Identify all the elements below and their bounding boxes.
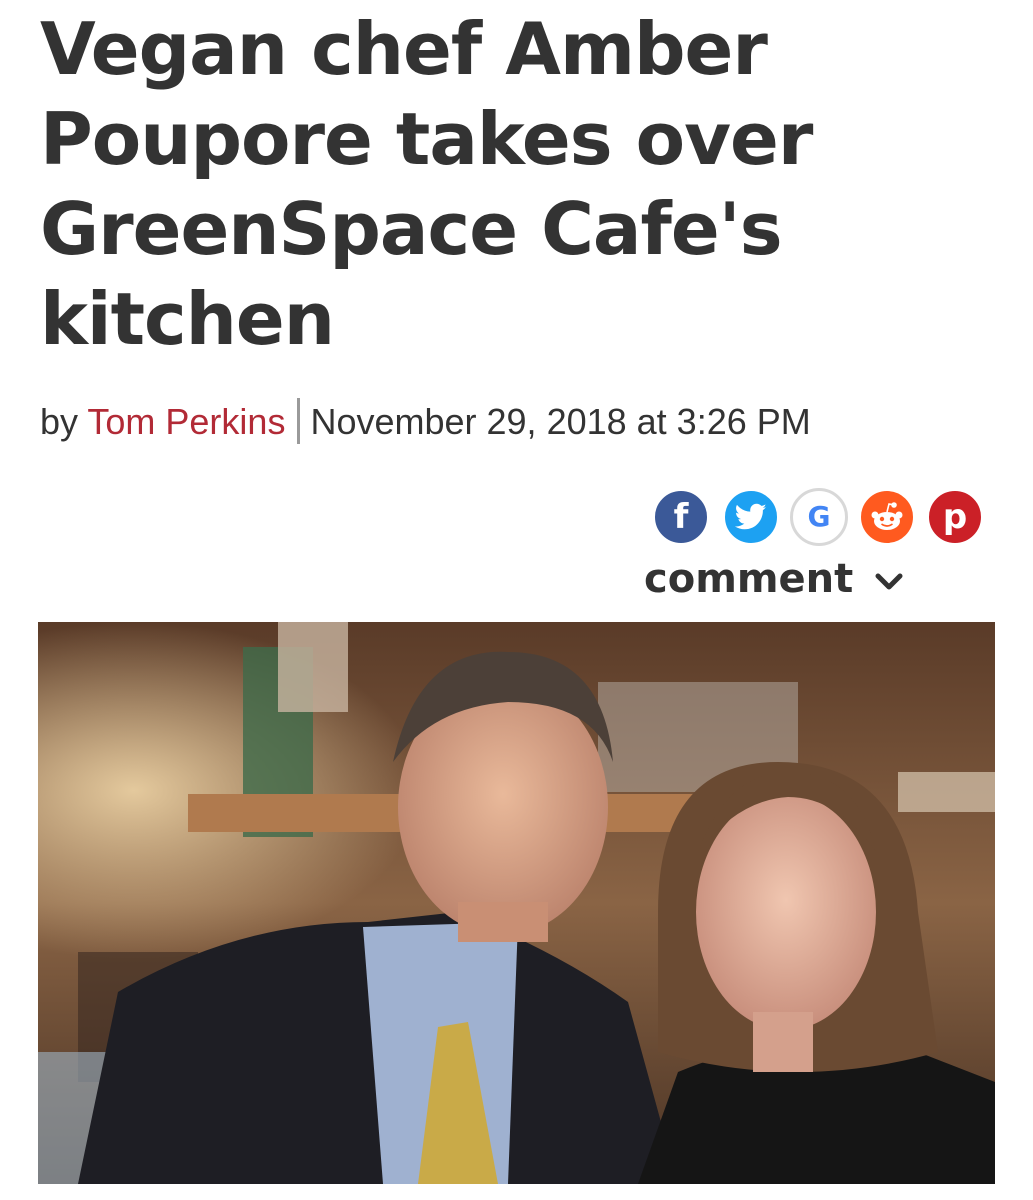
headline-line-4: kitchen [40, 277, 335, 361]
reddit-share-button[interactable] [858, 488, 916, 546]
headline-line-1: Vegan chef Amber [40, 7, 768, 91]
facebook-icon: f [673, 497, 689, 537]
author-link[interactable]: Tom Perkins [87, 401, 285, 442]
article-photo-illustration [38, 622, 995, 1184]
byline: by Tom Perkins November 29, 2018 at 3:26 … [40, 398, 811, 444]
byline-divider [297, 398, 301, 444]
twitter-icon [735, 503, 767, 530]
comment-label: comment [644, 556, 854, 602]
pinterest-icon: p [942, 497, 968, 537]
google-icon: G [807, 500, 831, 533]
article-photo [38, 622, 995, 1184]
publish-date: November 29, 2018 at 3:26 PM [310, 401, 811, 442]
reddit-icon [871, 502, 903, 530]
twitter-share-button[interactable] [722, 488, 780, 546]
byline-prefix: by [40, 401, 79, 442]
article-headline: Vegan chef Amber Poupore takes over Gree… [40, 4, 1000, 364]
headline-line-3: GreenSpace Cafe's [40, 187, 783, 271]
chevron-down-icon [875, 556, 903, 602]
comment-toggle[interactable]: comment [644, 556, 903, 602]
google-share-button[interactable]: G [790, 488, 848, 546]
facebook-share-button[interactable]: f [652, 488, 710, 546]
pinterest-share-button[interactable]: p [926, 488, 984, 546]
headline-line-2: Poupore takes over [40, 97, 813, 181]
